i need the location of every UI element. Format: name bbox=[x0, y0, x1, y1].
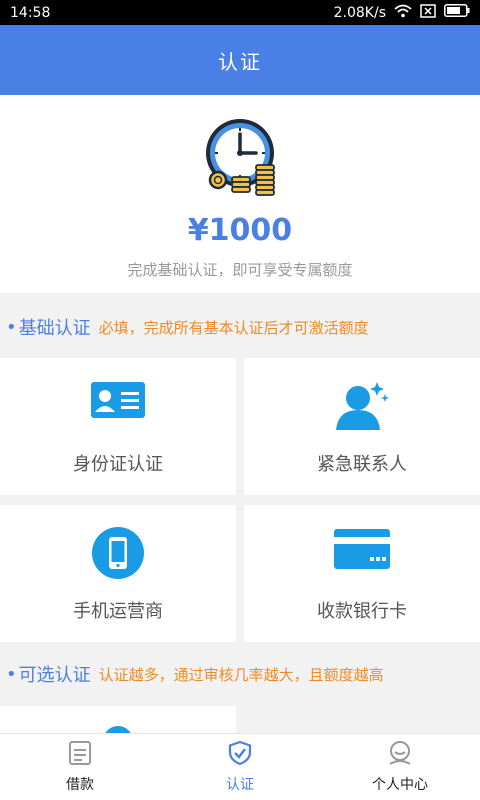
credit-hero: ¥1000 完成基础认证，即可享受专属额度 bbox=[0, 95, 480, 293]
nav-label: 借款 bbox=[66, 777, 94, 793]
network-speed: 2.08K/s bbox=[333, 4, 386, 21]
card-optional[interactable] bbox=[0, 706, 236, 733]
nav-label: 认证 bbox=[226, 777, 254, 793]
nav-item-profile[interactable]: 个人中心 bbox=[320, 734, 480, 800]
contact-person-icon bbox=[244, 380, 480, 432]
credit-description: 完成基础认证，即可享受专属额度 bbox=[127, 261, 353, 279]
card-emergency-contact[interactable]: 紧急联系人 bbox=[244, 358, 480, 495]
credit-amount: ¥1000 bbox=[187, 213, 293, 248]
section-title: 基础认证 bbox=[18, 318, 91, 339]
nav-label: 个人中心 bbox=[372, 777, 428, 793]
optional-section-header: • 可选认证 认证越多，通过审核几率越大，且额度越高 bbox=[0, 645, 480, 703]
card-label: 身份证认证 bbox=[73, 454, 163, 475]
shield-check-icon bbox=[227, 740, 253, 770]
id-card-icon bbox=[0, 380, 236, 432]
loan-icon bbox=[67, 740, 93, 770]
card-label: 收款银行卡 bbox=[317, 601, 407, 622]
bottom-nav: 借款 认证 个人中心 bbox=[0, 733, 480, 800]
sim-icon bbox=[420, 3, 436, 22]
card-label: 手机运营商 bbox=[73, 601, 163, 622]
app-header: 认证 bbox=[0, 25, 480, 95]
card-label: 紧急联系人 bbox=[317, 454, 407, 475]
page-title: 认证 bbox=[218, 49, 262, 74]
section-title: 可选认证 bbox=[18, 665, 91, 686]
mobile-phone-icon bbox=[0, 527, 236, 579]
card-bank-card[interactable]: 收款银行卡 bbox=[244, 505, 480, 642]
basic-section-header: • 基础认证 必填，完成所有基本认证后才可激活额度 bbox=[0, 298, 480, 356]
status-bar: 14:58 2.08K/s bbox=[0, 0, 480, 25]
section-note: 必填，完成所有基本认证后才可激活额度 bbox=[98, 318, 369, 337]
section-note: 认证越多，通过审核几率越大，且额度越高 bbox=[98, 665, 384, 684]
optional-card-icon bbox=[103, 726, 133, 733]
card-mobile-carrier[interactable]: 手机运营商 bbox=[0, 505, 236, 642]
nav-item-verify[interactable]: 认证 bbox=[160, 734, 320, 800]
wifi-icon bbox=[394, 4, 412, 22]
section-bullet: • bbox=[6, 663, 17, 685]
section-bullet: • bbox=[6, 316, 17, 338]
nav-item-loan[interactable]: 借款 bbox=[0, 734, 160, 800]
battery-icon bbox=[444, 4, 470, 21]
clock-coins-icon bbox=[198, 117, 288, 207]
status-time: 14:58 bbox=[10, 4, 51, 21]
card-id-verification[interactable]: 身份证认证 bbox=[0, 358, 236, 495]
user-center-icon bbox=[386, 740, 414, 770]
bank-card-icon bbox=[244, 527, 480, 579]
